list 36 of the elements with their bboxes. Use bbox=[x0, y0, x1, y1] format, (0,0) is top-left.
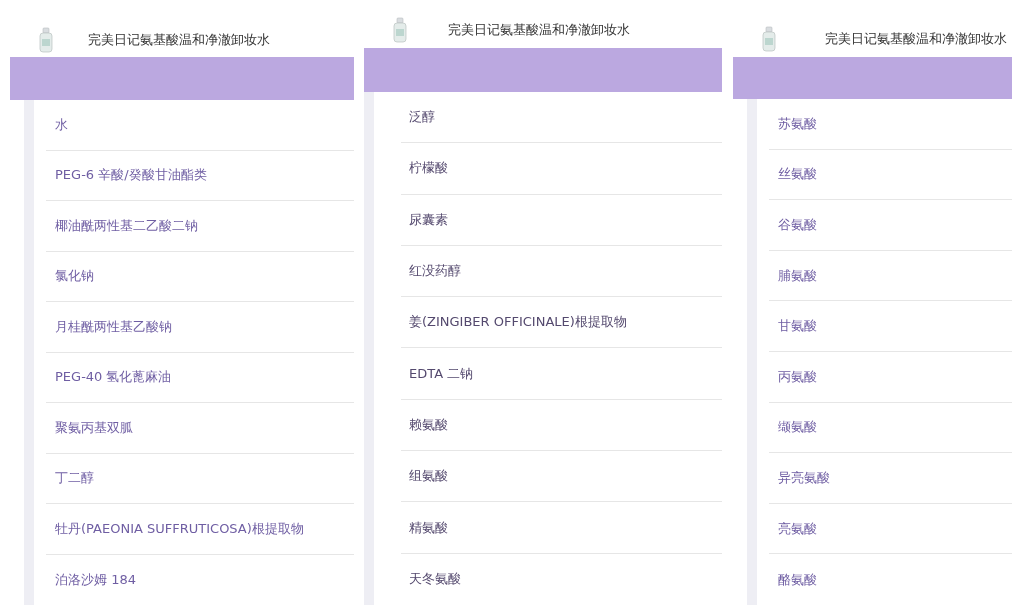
ingredient-item[interactable]: 酪氨酸 bbox=[778, 570, 817, 589]
ingredient-item[interactable]: 丙氨酸 bbox=[778, 367, 817, 386]
ingredient-item[interactable]: 红没药醇 bbox=[409, 262, 461, 281]
ingredient-item[interactable]: PEG-40 氢化蓖麻油 bbox=[55, 368, 172, 387]
ingredient-item[interactable]: 赖氨酸 bbox=[409, 415, 448, 434]
ingredient-item[interactable]: 姜(ZINGIBER OFFICINALE)根提取物 bbox=[409, 313, 627, 332]
ingredient-item[interactable]: 甘氨酸 bbox=[778, 317, 817, 336]
bottle-icon bbox=[761, 25, 777, 52]
product-title: 完美日记氨基酸温和净澈卸妆水 bbox=[448, 21, 630, 39]
ingredient-item[interactable]: 柠檬酸 bbox=[409, 159, 448, 178]
bottle-icon bbox=[392, 17, 408, 43]
ingredient-item[interactable]: 水 bbox=[55, 115, 68, 134]
ingredient-item[interactable]: 牡丹(PAEONIA SUFFRUTICOSA)根提取物 bbox=[55, 519, 304, 538]
ingredient-item[interactable]: 精氨酸 bbox=[409, 518, 448, 537]
ingredient-item[interactable]: 泛醇 bbox=[409, 108, 435, 127]
ingredient-item[interactable]: 聚氨丙基双胍 bbox=[55, 418, 133, 437]
ingredient-item[interactable]: 苏氨酸 bbox=[778, 114, 817, 133]
ingredient-item[interactable]: PEG-6 辛酸/癸酸甘油酯类 bbox=[55, 166, 207, 185]
ingredient-item[interactable]: 异亮氨酸 bbox=[778, 468, 830, 487]
ingredient-item[interactable]: 组氨酸 bbox=[409, 467, 448, 486]
ingredient-item[interactable]: 尿囊素 bbox=[409, 210, 448, 229]
ingredient-item[interactable]: 脯氨酸 bbox=[778, 266, 817, 285]
ingredient-item[interactable]: 丝氨酸 bbox=[778, 165, 817, 184]
ingredient-item[interactable]: EDTA 二钠 bbox=[409, 364, 474, 383]
ingredient-item[interactable]: 谷氨酸 bbox=[778, 216, 817, 234]
ingredient-item[interactable]: 泊洛沙姆 184 bbox=[55, 570, 136, 589]
ingredient-item[interactable]: 天冬氨酸 bbox=[409, 570, 461, 589]
ingredient-item[interactable]: 缬氨酸 bbox=[778, 418, 817, 437]
ingredient-item[interactable]: 亮氨酸 bbox=[778, 519, 817, 538]
bottle-icon bbox=[38, 26, 54, 53]
ingredient-item[interactable]: 氯化钠 bbox=[55, 267, 94, 286]
ingredient-item[interactable]: 月桂酰两性基乙酸钠 bbox=[55, 317, 172, 336]
product-title: 完美日记氨基酸温和净澈卸妆水 bbox=[88, 30, 270, 49]
ingredient-item[interactable]: 丁二醇 bbox=[55, 469, 94, 488]
ingredient-item[interactable]: 椰油酰两性基二乙酸二钠 bbox=[55, 216, 198, 235]
product-title: 完美日记氨基酸温和净澈卸妆水 bbox=[825, 29, 1007, 48]
